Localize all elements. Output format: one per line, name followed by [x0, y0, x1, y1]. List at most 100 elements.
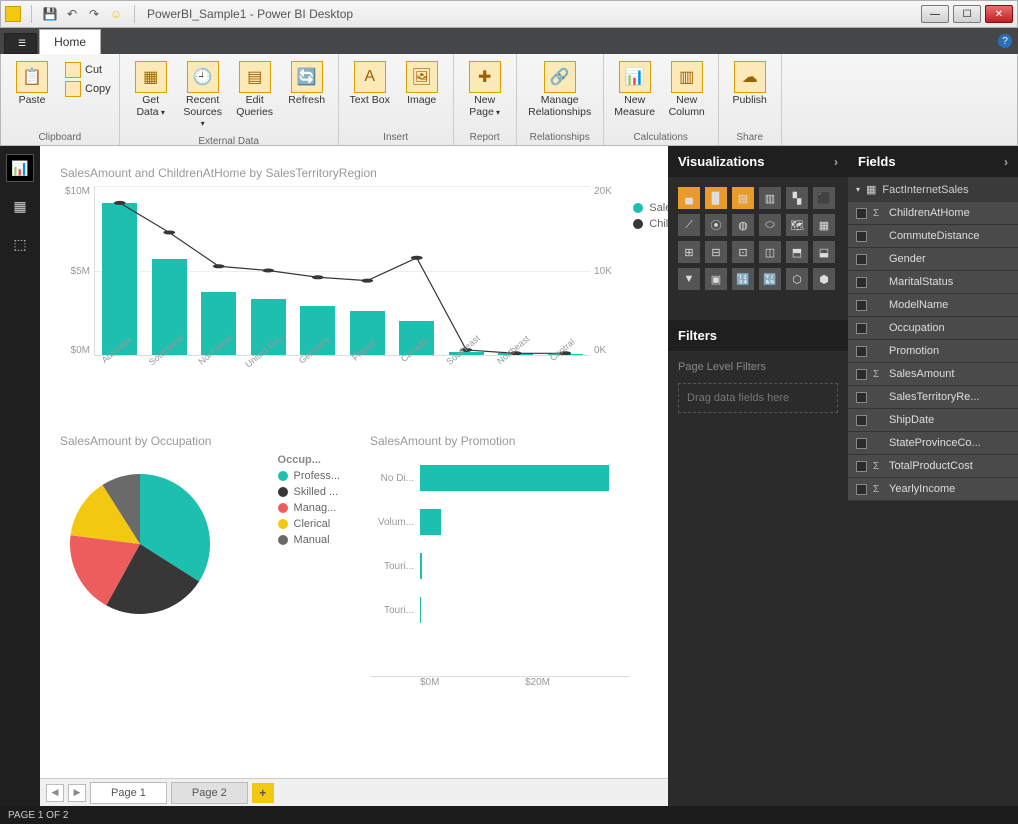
viz-type-icon[interactable]: ⊞ — [678, 241, 700, 263]
field-item[interactable]: ΣChildrenAtHome — [848, 202, 1018, 225]
get-data-button[interactable]: ▦Get Data — [128, 57, 174, 122]
viz-type-icon[interactable]: ⬒ — [786, 241, 808, 263]
viz-type-icon[interactable]: ◫ — [759, 241, 781, 263]
page-next-button[interactable]: ▶ — [68, 784, 86, 802]
pie-chart[interactable]: SalesAmount by Occupation Occup...Profes… — [60, 434, 340, 688]
checkbox-icon[interactable] — [856, 300, 867, 311]
relationships-icon: 🔗 — [544, 61, 576, 93]
text-box-button[interactable]: AText Box — [347, 57, 393, 111]
viz-type-icon[interactable]: ▄ — [678, 187, 700, 209]
minimize-button[interactable]: — — [921, 5, 949, 23]
field-item[interactable]: Gender — [848, 248, 1018, 271]
measure-icon: 📊 — [619, 61, 651, 93]
manage-relationships-button[interactable]: 🔗Manage Relationships — [525, 57, 595, 122]
refresh-button[interactable]: 🔄Refresh — [284, 57, 330, 111]
data-view-button[interactable]: ▦ — [6, 192, 34, 220]
field-item[interactable]: ShipDate — [848, 409, 1018, 432]
cut-icon — [65, 62, 81, 78]
save-icon[interactable]: 💾 — [42, 6, 58, 22]
field-item[interactable]: SalesTerritoryRe... — [848, 386, 1018, 409]
filters-header[interactable]: Filters — [668, 320, 848, 351]
field-item[interactable]: ΣTotalProductCost — [848, 455, 1018, 478]
page-prev-button[interactable]: ◀ — [46, 784, 64, 802]
app-logo-icon — [5, 6, 21, 22]
paste-button[interactable]: 📋 Paste — [9, 57, 55, 111]
viz-type-icon[interactable]: ▼ — [678, 268, 700, 290]
checkbox-icon[interactable] — [856, 231, 867, 242]
viz-type-icon[interactable]: ⬭ — [759, 214, 781, 236]
filters-drop-zone[interactable]: Drag data fields here — [678, 383, 838, 413]
field-item[interactable]: Promotion — [848, 340, 1018, 363]
close-button[interactable]: ✕ — [985, 5, 1013, 23]
edit-queries-button[interactable]: ▤Edit Queries — [232, 57, 278, 122]
edit-queries-icon: ▤ — [239, 61, 271, 93]
field-item[interactable]: MaritalStatus — [848, 271, 1018, 294]
viz-type-icon[interactable]: ⊟ — [705, 241, 727, 263]
viz-type-icon[interactable]: ⬢ — [813, 268, 835, 290]
column-icon: ▥ — [671, 61, 703, 93]
viz-type-icon[interactable]: ▦ — [813, 214, 835, 236]
field-item[interactable]: CommuteDistance — [848, 225, 1018, 248]
viz-type-icon[interactable]: ⬛ — [813, 187, 835, 209]
viz-type-icon[interactable]: ▣ — [705, 268, 727, 290]
page-tabs: ◀ ▶ Page 1 Page 2 + — [40, 778, 668, 806]
file-menu-button[interactable] — [4, 33, 37, 54]
hbar-chart[interactable]: SalesAmount by Promotion No Di...Volum..… — [370, 434, 630, 688]
new-page-button[interactable]: ✚New Page — [462, 57, 508, 122]
page-tab-2[interactable]: Page 2 — [171, 782, 248, 804]
viz-type-icon[interactable]: 🔢 — [732, 268, 754, 290]
viz-type-icon[interactable]: ⦿ — [705, 214, 727, 236]
viz-type-icon[interactable]: ⊡ — [732, 241, 754, 263]
visualization-picker[interactable]: ▄▉▤▥▚⬛ ⟋⦿◍⬭🗺▦ ⊞⊟⊡◫⬒⬓ ▼▣🔢🔣⬡⬢ — [668, 177, 848, 300]
redo-icon[interactable]: ↷ — [86, 6, 102, 22]
viz-type-icon[interactable]: 🔣 — [759, 268, 781, 290]
new-column-button[interactable]: ▥New Column — [664, 57, 710, 122]
viz-type-icon[interactable]: ⬓ — [813, 241, 835, 263]
checkbox-icon[interactable] — [856, 461, 867, 472]
viz-type-icon[interactable]: 🗺 — [786, 214, 808, 236]
report-view-button[interactable]: 📊 — [6, 154, 34, 182]
field-item[interactable]: ΣSalesAmount — [848, 363, 1018, 386]
publish-button[interactable]: ☁Publish — [727, 57, 773, 111]
group-clipboard-label: Clipboard — [9, 130, 111, 145]
checkbox-icon[interactable] — [856, 484, 867, 495]
page-tab-1[interactable]: Page 1 — [90, 782, 167, 804]
visualizations-header[interactable]: Visualizations› — [668, 146, 848, 177]
viz-type-icon[interactable]: ▥ — [759, 187, 781, 209]
copy-button[interactable]: Copy — [65, 80, 111, 98]
viz-type-icon[interactable]: ▉ — [705, 187, 727, 209]
checkbox-icon[interactable] — [856, 369, 867, 380]
checkbox-icon[interactable] — [856, 277, 867, 288]
checkbox-icon[interactable] — [856, 323, 867, 334]
new-measure-button[interactable]: 📊New Measure — [612, 57, 658, 122]
viz-type-icon[interactable]: ⟋ — [678, 214, 700, 236]
help-icon[interactable]: ? — [998, 34, 1012, 48]
checkbox-icon[interactable] — [856, 415, 867, 426]
image-button[interactable]: 🖼Image — [399, 57, 445, 111]
field-item[interactable]: ΣYearlyIncome — [848, 478, 1018, 501]
viz-type-icon[interactable]: ◍ — [732, 214, 754, 236]
model-view-button[interactable]: ⬚ — [6, 230, 34, 258]
checkbox-icon[interactable] — [856, 346, 867, 357]
fields-header[interactable]: Fields› — [848, 146, 1018, 177]
viz-type-icon[interactable]: ▤ — [732, 187, 754, 209]
maximize-button[interactable]: ☐ — [953, 5, 981, 23]
combo-chart[interactable]: $10M$5M$0M 20K10K0K AustraliaSouthwestNo… — [60, 186, 620, 386]
tab-home[interactable]: Home — [39, 29, 101, 54]
report-canvas[interactable]: SalesAmount and ChildrenAtHome by SalesT… — [40, 146, 668, 778]
checkbox-icon[interactable] — [856, 392, 867, 403]
checkbox-icon[interactable] — [856, 438, 867, 449]
cut-button[interactable]: Cut — [65, 61, 111, 79]
add-page-button[interactable]: + — [252, 783, 274, 803]
checkbox-icon[interactable] — [856, 254, 867, 265]
checkbox-icon[interactable] — [856, 208, 867, 219]
recent-sources-button[interactable]: 🕘Recent Sources — [180, 57, 226, 134]
table-node[interactable]: ▾ ▦ FactInternetSales — [848, 177, 1018, 202]
field-item[interactable]: StateProvinceCo... — [848, 432, 1018, 455]
field-item[interactable]: ModelName — [848, 294, 1018, 317]
undo-icon[interactable]: ↶ — [64, 6, 80, 22]
field-item[interactable]: Occupation — [848, 317, 1018, 340]
viz-type-icon[interactable]: ⬡ — [786, 268, 808, 290]
smiley-icon[interactable]: ☺ — [108, 6, 124, 22]
viz-type-icon[interactable]: ▚ — [786, 187, 808, 209]
